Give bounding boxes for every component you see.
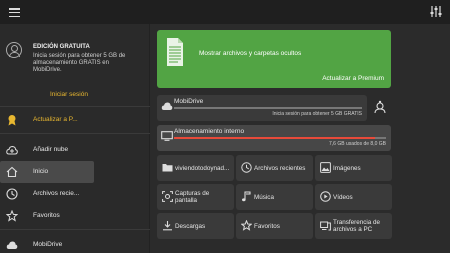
storage-subtext: 7,6 GB usados de 8,0 GB [329, 141, 386, 147]
cloud-icon [161, 102, 173, 110]
account-promo: EDICIÓN GRATUITA Inicia sesión para obte… [0, 24, 150, 106]
grid-item-downloads[interactable]: Descargas [157, 213, 234, 239]
divider [0, 106, 150, 107]
navigation-drawer: EDICIÓN GRATUITA Inicia sesión para obte… [0, 24, 150, 253]
avatar-icon [6, 42, 22, 58]
recent-icon [241, 162, 252, 173]
premium-icon [8, 115, 16, 126]
storage-internal[interactable]: Almacenamiento interno 7,6 GB usados de … [157, 125, 391, 151]
folder-icon [162, 164, 173, 172]
edition-label: EDICIÓN GRATUITA [33, 44, 90, 50]
cloud-icon [6, 241, 18, 249]
account-icon [374, 100, 386, 114]
divider [0, 133, 150, 134]
menu-icon[interactable] [9, 8, 20, 18]
sidebar-item-label: MobiDrive [33, 241, 63, 248]
hidden-files-document-icon [167, 38, 183, 66]
grid-item-videos[interactable]: Vídeos [315, 184, 392, 210]
recent-icon [6, 188, 18, 200]
grid-item-label: Transferencia de archivos a PC [333, 219, 381, 233]
sidebar-item-mobidrive[interactable]: MobiDrive [0, 234, 150, 253]
grid-item-label: Música [254, 193, 274, 201]
video-icon [320, 191, 331, 202]
sidebar-item-label: Inicio [33, 168, 49, 175]
login-link[interactable]: Iniciar sesión [50, 91, 88, 98]
star-icon [241, 220, 252, 231]
sidebar-item-favorites[interactable]: Favoritos [0, 205, 150, 227]
grid-item-music[interactable]: Música [236, 184, 313, 210]
grid-item-label: Imágenes [333, 164, 361, 172]
grid-item-recent-files[interactable]: Archivos recientes [236, 155, 313, 181]
grid-item-screenshots[interactable]: Capturas de pantalla [157, 184, 234, 210]
storage-name: Almacenamiento interno [174, 128, 245, 135]
device-icon [161, 131, 173, 141]
sidebar-item-home[interactable]: Inicio [0, 161, 150, 183]
storage-name: MobiDrive [174, 98, 204, 105]
transfer-icon [320, 221, 331, 231]
grid-item-favorites[interactable]: Favoritos [236, 213, 313, 239]
top-app-bar [0, 0, 450, 24]
download-icon [163, 221, 172, 231]
main-content: Mostrar archivos y carpetas ocultos Actu… [151, 24, 450, 253]
grid-item-label: Descargas [175, 222, 206, 230]
grid-item-images[interactable]: Imágenes [315, 155, 392, 181]
music-icon [242, 191, 251, 202]
home-icon [6, 166, 18, 178]
cloud-add-icon [6, 145, 18, 155]
premium-banner[interactable]: Mostrar archivos y carpetas ocultos Actu… [157, 30, 391, 88]
divider [0, 229, 150, 230]
filter-settings-icon[interactable] [430, 5, 442, 18]
grid-item-folder[interactable]: viviendotodoynad... [157, 155, 234, 181]
grid-item-label: Archivos recientes [254, 164, 306, 172]
storage-progress [174, 137, 386, 139]
upgrade-premium-button[interactable]: Actualizar a Premium [322, 75, 384, 82]
grid-item-transfer-to-pc[interactable]: Transferencia de archivos a PC [315, 213, 392, 239]
screenshot-icon [162, 191, 173, 202]
storage-mobidrive[interactable]: MobiDrive Inicia sesión para obtener 5 G… [157, 95, 367, 121]
grid-item-label: Favoritos [254, 222, 280, 230]
grid-item-label: viviendotodoynad... [175, 164, 230, 172]
image-icon [320, 162, 331, 173]
sidebar-item-recent-files[interactable]: Archivos recie... [0, 183, 150, 205]
sidebar-item-label: Actualizar a P... [33, 116, 78, 123]
sidebar-item-label: Añadir nube [33, 146, 69, 153]
storage-progress [174, 107, 362, 109]
sidebar-item-label: Archivos recie... [33, 190, 80, 197]
sidebar-item-add-cloud[interactable]: Añadir nube [0, 139, 150, 161]
banner-text: Mostrar archivos y carpetas ocultos [199, 50, 302, 57]
star-icon [6, 210, 18, 222]
promo-description: Inicia sesión para obtener 5 GB de almac… [33, 53, 126, 73]
account-button[interactable] [368, 95, 392, 121]
grid-item-label: Capturas de pantalla [175, 190, 210, 204]
storage-subtext: Inicia sesión para obtener 5 GB GRATIS [272, 111, 362, 117]
sidebar-item-label: Favoritos [33, 212, 60, 219]
grid-item-label: Vídeos [333, 193, 353, 201]
sidebar-item-upgrade-premium[interactable]: Actualizar a P... [0, 109, 150, 131]
